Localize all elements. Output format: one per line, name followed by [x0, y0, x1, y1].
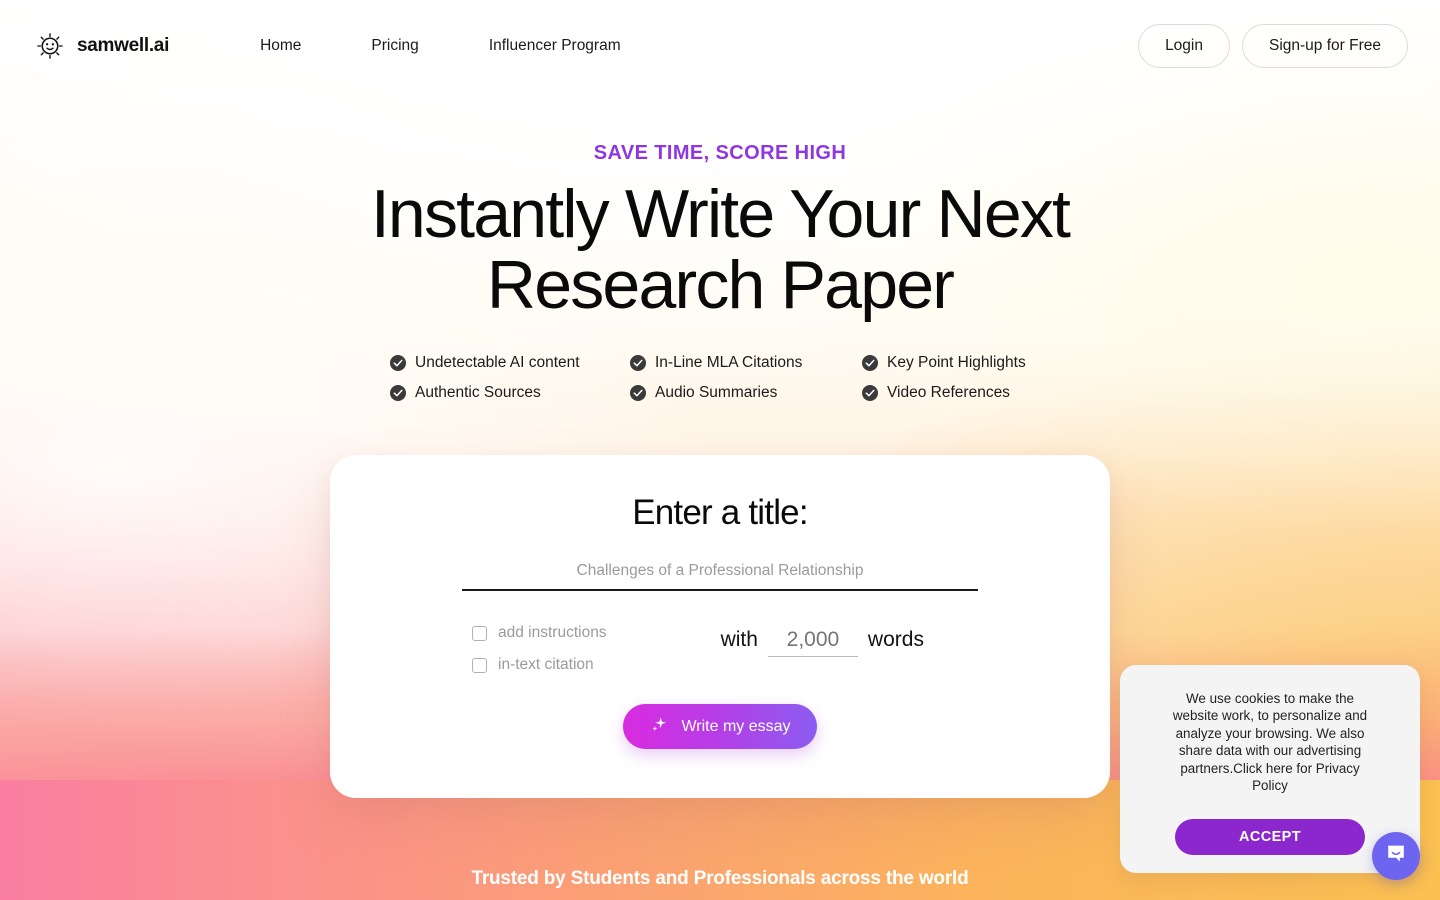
signup-button[interactable]: Sign-up for Free	[1242, 24, 1408, 68]
check-circle-icon	[630, 385, 646, 402]
sun-smiley-icon	[32, 28, 68, 64]
feature-item-video-references: Video References	[862, 384, 1050, 402]
check-circle-icon	[390, 355, 406, 372]
feature-label: Video References	[887, 384, 1010, 402]
chat-bubble-smile-icon	[1384, 842, 1408, 871]
word-count-control: with words	[721, 624, 924, 657]
feature-item-in-line-mla-citations: In-Line MLA Citations	[630, 354, 862, 372]
chat-launcher-button[interactable]	[1372, 832, 1420, 880]
feature-item-audio-summaries: Audio Summaries	[630, 384, 862, 402]
feature-label: In-Line MLA Citations	[655, 354, 803, 372]
cookie-accept-button[interactable]: ACCEPT	[1175, 818, 1365, 855]
feature-label: Undetectable AI content	[415, 354, 580, 372]
title-input[interactable]	[462, 562, 978, 589]
card-title: Enter a title:	[632, 493, 808, 532]
main-nav: Home Pricing Influencer Program	[225, 37, 656, 55]
option-checkboxes: add instructions in-text citation	[472, 624, 607, 674]
hero-eyebrow: SAVE TIME, SCORE HIGH	[593, 142, 847, 164]
check-circle-icon	[862, 355, 878, 372]
checkbox-label: add instructions	[498, 624, 607, 641]
checkbox-in-text-citation[interactable]: in-text citation	[472, 656, 607, 674]
check-circle-icon	[630, 355, 646, 372]
check-circle-icon	[390, 385, 406, 402]
sparkle-icon	[649, 715, 668, 739]
cta-wrapper: Write my essay	[330, 704, 1110, 749]
feature-list: Undetectable AI content In-Line MLA Cita…	[390, 354, 1050, 402]
word-count-suffix: words	[867, 628, 924, 651]
nav-item-influencer-program[interactable]: Influencer Program	[454, 37, 656, 55]
cta-label: Write my essay	[681, 717, 791, 735]
feature-label: Authentic Sources	[415, 384, 541, 402]
word-count-prefix: with	[720, 628, 758, 651]
checkbox-box-icon	[472, 657, 487, 673]
brand-logo[interactable]: samwell.ai	[32, 28, 169, 64]
write-my-essay-button[interactable]: Write my essay	[623, 704, 817, 749]
title-input-wrapper	[462, 562, 978, 591]
auth-actions: Login Sign-up for Free	[1138, 24, 1408, 68]
feature-item-key-point-highlights: Key Point Highlights	[862, 354, 1050, 372]
checkbox-box-icon	[472, 625, 487, 641]
word-count-input[interactable]	[767, 628, 858, 657]
feature-label: Audio Summaries	[655, 384, 778, 402]
page-title: Instantly Write Your Next Research Paper	[370, 176, 1071, 323]
nav-item-home[interactable]: Home	[225, 37, 336, 55]
login-button[interactable]: Login	[1138, 24, 1230, 68]
essay-generator-card: Enter a title: add instructions in-text …	[330, 455, 1110, 798]
nav-item-pricing[interactable]: Pricing	[336, 37, 453, 55]
checkbox-label: in-text citation	[498, 656, 594, 673]
feature-item-undetectable-ai-content: Undetectable AI content	[390, 354, 630, 372]
cookie-consent-text: We use cookies to make the website work,…	[1172, 691, 1368, 794]
site-header: samwell.ai Home Pricing Influencer Progr…	[0, 0, 1440, 92]
check-circle-icon	[862, 385, 878, 402]
card-options: add instructions in-text citation with w…	[330, 624, 1110, 674]
brand-name: samwell.ai	[77, 35, 170, 56]
feature-item-authentic-sources: Authentic Sources	[390, 384, 630, 402]
checkbox-add-instructions[interactable]: add instructions	[472, 624, 607, 642]
feature-label: Key Point Highlights	[887, 354, 1026, 372]
